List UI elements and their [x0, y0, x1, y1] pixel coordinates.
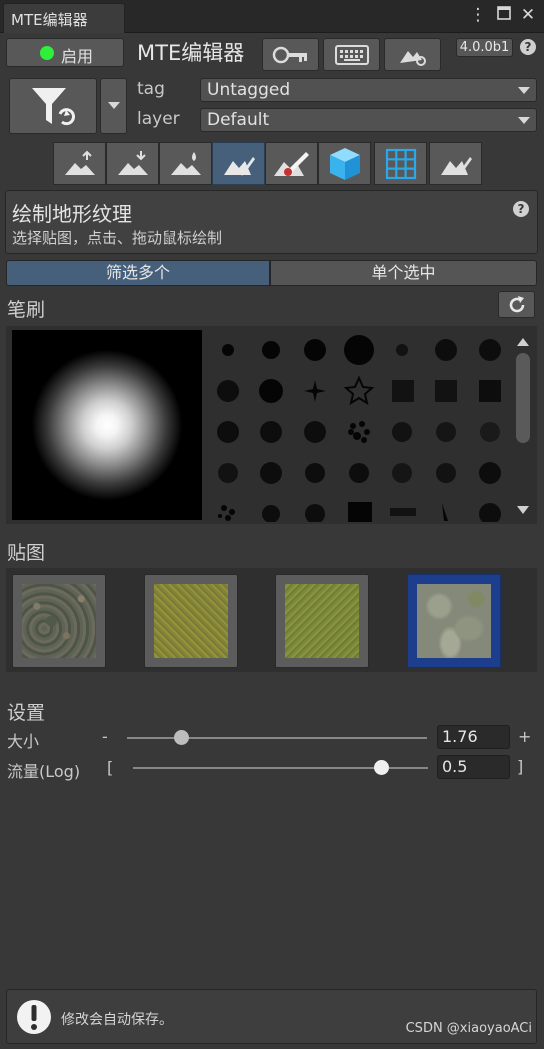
chevron-down-icon — [108, 102, 120, 109]
tool-description-text: 选择贴图，点击、拖动鼠标绘制 — [12, 229, 223, 247]
cube-icon — [330, 148, 360, 180]
terrain-settings-icon — [400, 51, 426, 66]
tool-paint-brush[interactable] — [265, 142, 318, 185]
watermark: CSDN @xiaoyaoACi — [405, 1021, 532, 1036]
triangle-down-icon[interactable] — [517, 506, 529, 514]
tool-raise-terrain[interactable] — [53, 142, 106, 185]
tool-paint-alt[interactable] — [429, 142, 482, 185]
scrollbar-thumb[interactable] — [516, 353, 530, 443]
grass-texture — [154, 584, 228, 658]
flow-input[interactable]: 0.5 — [437, 755, 510, 779]
key-icon — [272, 46, 307, 64]
texture-thumbnail-selected[interactable] — [407, 574, 501, 668]
tag-value: Untagged — [207, 80, 291, 100]
enable-button[interactable]: 启用 — [6, 38, 124, 67]
grass-texture — [285, 584, 359, 658]
brush-refresh-button[interactable] — [498, 291, 535, 318]
exclamation-icon — [17, 1000, 51, 1034]
key-button[interactable] — [262, 38, 319, 71]
brush-panel — [6, 326, 537, 524]
help-icon[interactable]: ? — [520, 39, 536, 55]
brush-preview — [12, 330, 202, 520]
mode-multi-tab[interactable]: 筛选多个 — [6, 260, 270, 286]
autosave-text: 修改会自动保存。 — [61, 1012, 173, 1028]
brush-scrollbar[interactable] — [512, 330, 534, 520]
texture-thumbnail[interactable] — [144, 574, 238, 668]
keyboard-button[interactable] — [323, 38, 380, 71]
status-dot-icon — [40, 46, 54, 60]
settings-button[interactable] — [384, 38, 441, 71]
flow-slider-knob[interactable] — [373, 760, 389, 775]
chevron-down-icon — [518, 87, 530, 94]
tag-dropdown[interactable]: Untagged — [200, 78, 537, 102]
triangle-up-icon[interactable] — [517, 338, 529, 346]
texture-thumbnail[interactable] — [275, 574, 369, 668]
flow-label: 流量(Log) — [7, 762, 81, 781]
tool-lower-terrain[interactable] — [106, 142, 159, 185]
close-icon[interactable]: ✕ — [518, 5, 538, 25]
texture-section-title: 贴图 — [7, 542, 46, 564]
size-plus: + — [518, 727, 532, 746]
tool-description-title: 绘制地形纹理 — [12, 202, 132, 226]
size-slider-knob[interactable] — [174, 730, 189, 745]
paint-alt-icon — [441, 157, 472, 175]
smooth-terrain-icon — [171, 152, 201, 175]
kebab-menu-icon[interactable]: ⋮ — [468, 5, 488, 25]
mode-single-tab[interactable]: 单个选中 — [270, 260, 537, 286]
settings-section-title: 设置 — [7, 702, 46, 724]
brush-section-title: 笔刷 — [7, 299, 46, 321]
filter-refresh-icon — [32, 88, 75, 126]
tool-description-box: 绘制地形纹理 选择贴图，点击、拖动鼠标绘制 ? — [5, 190, 538, 254]
filter-dropdown-button[interactable] — [100, 78, 127, 134]
help-icon[interactable]: ? — [513, 201, 529, 217]
paint-brush-icon — [274, 152, 309, 176]
keyboard-icon — [335, 45, 369, 65]
grid-icon — [385, 148, 417, 180]
brush-grid[interactable] — [210, 328, 510, 522]
flow-right-bracket: ] — [517, 757, 524, 776]
size-minus: - — [102, 727, 108, 746]
flow-left-bracket: [ — [107, 758, 114, 777]
layer-label: layer — [137, 109, 180, 129]
tag-label: tag — [137, 79, 165, 99]
lower-terrain-icon — [118, 151, 148, 175]
paint-texture-icon — [224, 157, 255, 176]
editor-title: MTE编辑器 — [137, 41, 245, 65]
window-tab-bar: MTE编辑器 ⋮ ✕ — [0, 0, 544, 33]
layer-dropdown[interactable]: Default — [200, 108, 537, 132]
tool-smooth-terrain[interactable] — [159, 142, 212, 185]
maximize-icon[interactable] — [494, 5, 514, 25]
raise-terrain-icon — [65, 150, 95, 175]
version-badge: 4.0.0b1 — [456, 38, 513, 57]
texture-thumbnail[interactable] — [12, 574, 106, 668]
tool-cube[interactable] — [318, 142, 371, 185]
enable-label: 启用 — [61, 47, 94, 66]
tool-paint-texture[interactable] — [212, 142, 265, 185]
editor-tab[interactable]: MTE编辑器 — [3, 3, 125, 33]
layer-value: Default — [207, 110, 270, 130]
rocky-gravel-texture — [22, 584, 96, 658]
size-label: 大小 — [7, 732, 40, 751]
size-slider-track[interactable] — [127, 737, 427, 739]
chevron-down-icon — [518, 117, 530, 124]
refresh-icon — [509, 296, 525, 313]
stone-texture — [417, 584, 491, 658]
size-input[interactable]: 1.76 — [437, 725, 510, 749]
tool-grid[interactable] — [374, 142, 427, 185]
filter-button[interactable] — [9, 78, 97, 134]
